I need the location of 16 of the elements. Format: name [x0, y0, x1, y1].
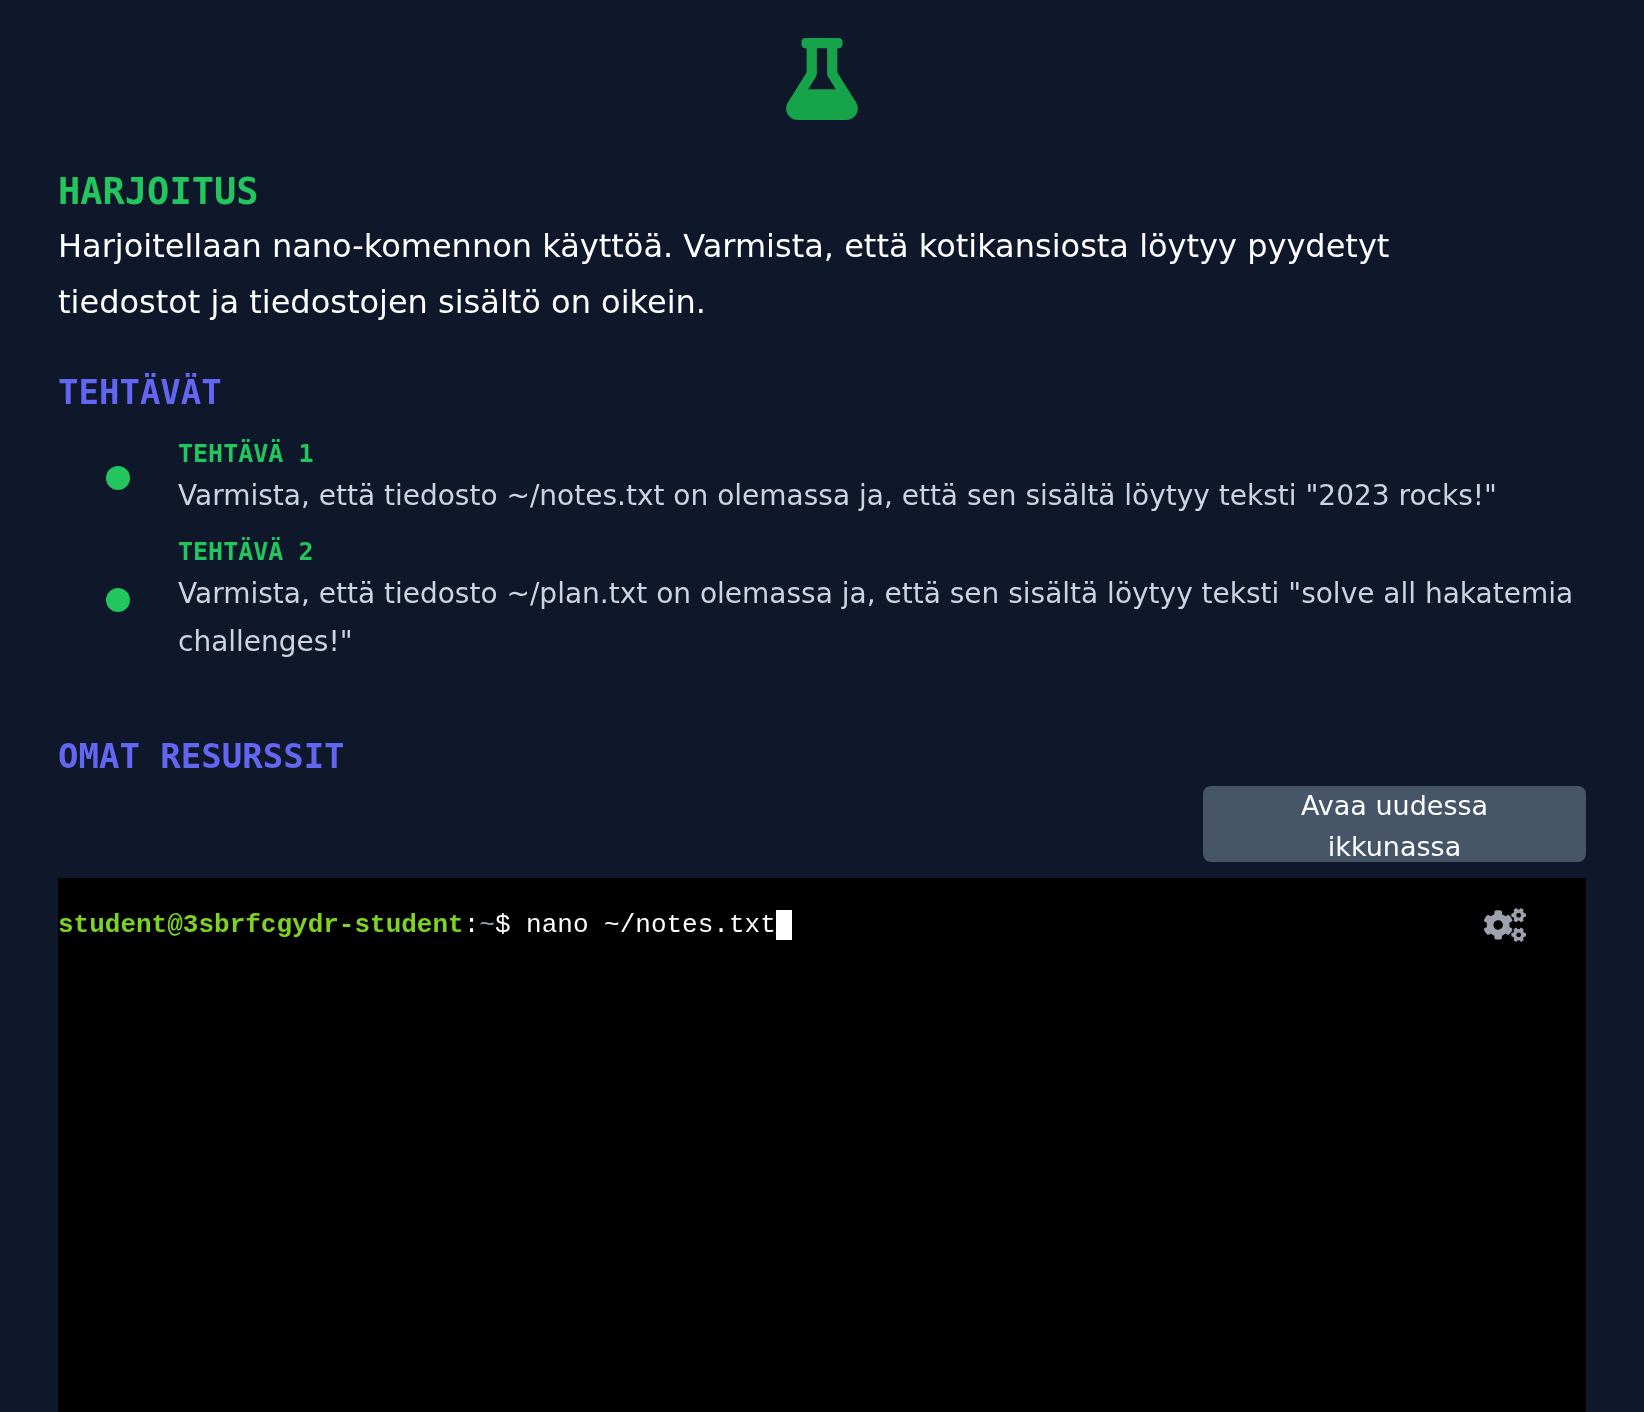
settings-icon[interactable]	[1484, 908, 1526, 942]
exercise-heading: HARJOITUS	[58, 170, 259, 214]
terminal-panel[interactable]: student@3sbrfcgydr-student:~$ nano ~/notes.txt	[58, 878, 1586, 1412]
open-new-window-button[interactable]: Avaa uudessa ikkunassa	[1203, 786, 1586, 862]
prompt-user-host: student@3sbrfcgydr-student	[58, 909, 464, 942]
task-title: TEHTÄVÄ 1	[178, 438, 314, 470]
task-title: TEHTÄVÄ 2	[178, 536, 314, 568]
resources-heading: OMAT RESURSSIT	[58, 735, 345, 778]
tasks-heading: TEHTÄVÄT	[58, 371, 222, 414]
exercise-description: Harjoitellaan nano-komennon käyttöä. Varmista, että kotikansiosta löytyy pyydetyt tiedostot ja tiedostojen sisältö on oikein.	[58, 226, 1391, 323]
prompt-path: ~	[479, 909, 495, 942]
terminal-command: $ nano ~/notes.txt	[494, 909, 776, 942]
prompt-separator: :	[463, 909, 480, 942]
task-description: Varmista, että tiedosto ~/plan.txt on olemassa ja, että sen sisältä löytyy teksti "solve all hakatemia challenges!"	[178, 576, 1575, 660]
text-cursor	[775, 910, 792, 940]
task-description: Varmista, että tiedosto ~/notes.txt on olemassa ja, että sen sisältä löytyy teksti "2023 rocks!"	[178, 478, 1497, 514]
